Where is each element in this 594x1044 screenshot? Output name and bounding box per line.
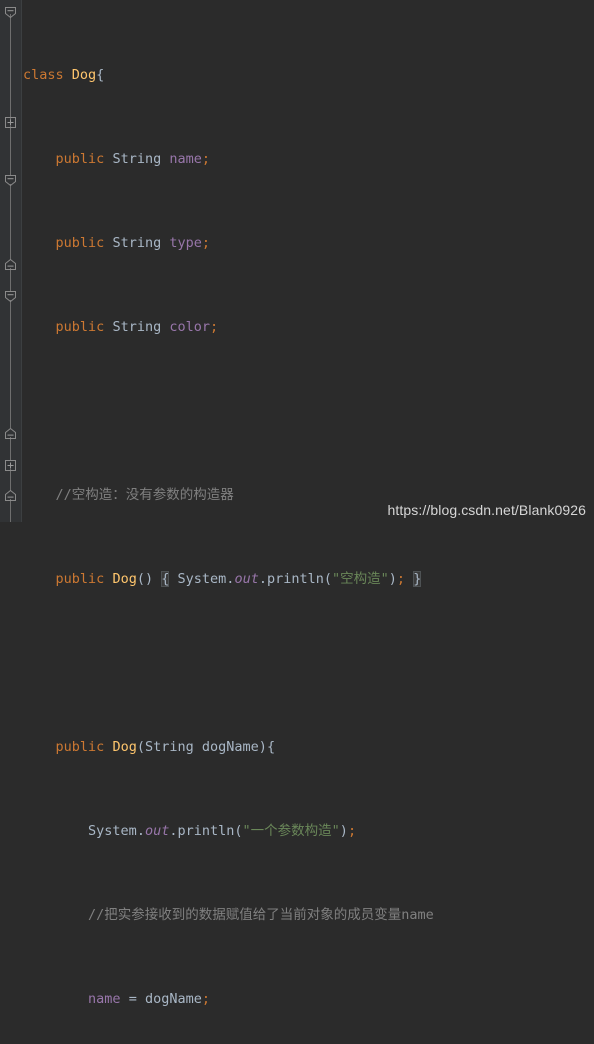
fold-expand-icon[interactable] — [4, 116, 17, 129]
token-keyword: class — [23, 67, 64, 83]
code-line[interactable]: public Dog(String dogName){ — [23, 737, 594, 758]
token-string: "空构造" — [332, 571, 389, 587]
token-dot: . — [136, 823, 145, 839]
token-semicolon: ; — [201, 991, 211, 1007]
fold-expand-icon[interactable] — [4, 459, 17, 472]
fold-collapse-icon[interactable] — [4, 6, 17, 19]
token-dot: . — [258, 571, 267, 587]
code-line[interactable]: public String name; — [23, 149, 594, 170]
token-keyword: public — [55, 739, 105, 755]
token-field: color — [169, 319, 210, 335]
token-semicolon: ; — [210, 319, 219, 335]
token-type: String — [112, 235, 162, 251]
token-brace-open-highlight: { — [161, 571, 170, 587]
token-parens: () — [136, 571, 154, 587]
fold-rail — [10, 268, 11, 292]
fold-collapse-icon[interactable] — [4, 174, 17, 187]
token-static-field: out — [234, 571, 259, 587]
token-constructor-name: Dog — [112, 739, 137, 755]
token-method-call: println — [266, 571, 324, 587]
code-line-blank[interactable] — [23, 653, 594, 674]
fold-rail — [10, 184, 11, 260]
token-paren: ) — [339, 823, 348, 839]
watermark-url: https://blog.csdn.net/Blank0926 — [387, 502, 586, 518]
fold-rail — [10, 300, 11, 428]
token-paren: ) — [258, 739, 267, 755]
token-paren: ( — [323, 571, 333, 587]
code-line[interactable]: System.out.println("一个参数构造"); — [23, 821, 594, 842]
editor-gutter[interactable] — [0, 0, 22, 522]
token-type: String — [112, 319, 162, 335]
token-identifier: System — [177, 571, 227, 587]
token-type: String — [144, 739, 194, 755]
fold-end-icon[interactable] — [4, 258, 17, 271]
fold-end-icon[interactable] — [4, 489, 17, 502]
token-keyword: public — [55, 235, 105, 251]
code-line[interactable]: public String color; — [23, 317, 594, 338]
code-line[interactable]: class Dog{ — [23, 65, 594, 86]
token-dot: . — [169, 823, 178, 839]
fold-collapse-icon[interactable] — [4, 290, 17, 303]
code-line[interactable]: public Dog() { System.out.println("空构造")… — [23, 569, 594, 590]
fold-rail — [10, 469, 11, 491]
fold-rail — [10, 437, 11, 461]
fold-end-icon[interactable] — [4, 427, 17, 440]
code-line-blank[interactable] — [23, 401, 594, 422]
token-semicolon: ; — [396, 571, 406, 587]
token-constructor-name: Dog — [112, 571, 137, 587]
fold-rail — [10, 126, 11, 176]
token-brace-close-highlight: } — [413, 571, 422, 587]
token-identifier: System — [88, 823, 137, 839]
token-operator: = — [128, 991, 137, 1007]
token-parameter: dogName — [201, 739, 259, 755]
token-comment: //把实参接收到的数据赋值给了当前对象的成员变量name — [88, 907, 434, 923]
token-field: name — [169, 151, 202, 167]
token-keyword: public — [55, 571, 105, 587]
token-type: String — [112, 151, 162, 167]
token-brace: { — [266, 739, 276, 755]
token-static-field: out — [144, 823, 170, 839]
token-string: "一个参数构造" — [242, 823, 340, 839]
token-method-call: println — [177, 823, 235, 839]
token-paren: ( — [234, 823, 243, 839]
token-field: name — [88, 991, 121, 1007]
token-field: type — [169, 235, 202, 251]
token-semicolon: ; — [201, 151, 211, 167]
code-line[interactable]: name = dogName; — [23, 989, 594, 1010]
token-paren: ) — [388, 571, 397, 587]
token-semicolon: ; — [201, 235, 211, 251]
code-content[interactable]: class Dog{ public String name; public St… — [23, 0, 594, 1007]
token-comment: //空构造：没有参数的构造器 — [55, 487, 234, 503]
token-parameter: dogName — [144, 991, 202, 1007]
token-class-name: Dog — [71, 67, 97, 83]
token-keyword: public — [55, 151, 105, 167]
fold-rail — [10, 14, 11, 120]
code-editor[interactable]: class Dog{ public String name; public St… — [0, 0, 594, 1007]
code-line[interactable]: //把实参接收到的数据赋值给了当前对象的成员变量name — [23, 905, 594, 926]
token-paren: ( — [136, 739, 145, 755]
token-semicolon: ; — [347, 823, 357, 839]
code-line[interactable]: public String type; — [23, 233, 594, 254]
token-dot: . — [226, 571, 235, 587]
token-keyword: public — [55, 319, 105, 335]
fold-rail — [10, 499, 11, 522]
token-brace: { — [96, 67, 105, 83]
